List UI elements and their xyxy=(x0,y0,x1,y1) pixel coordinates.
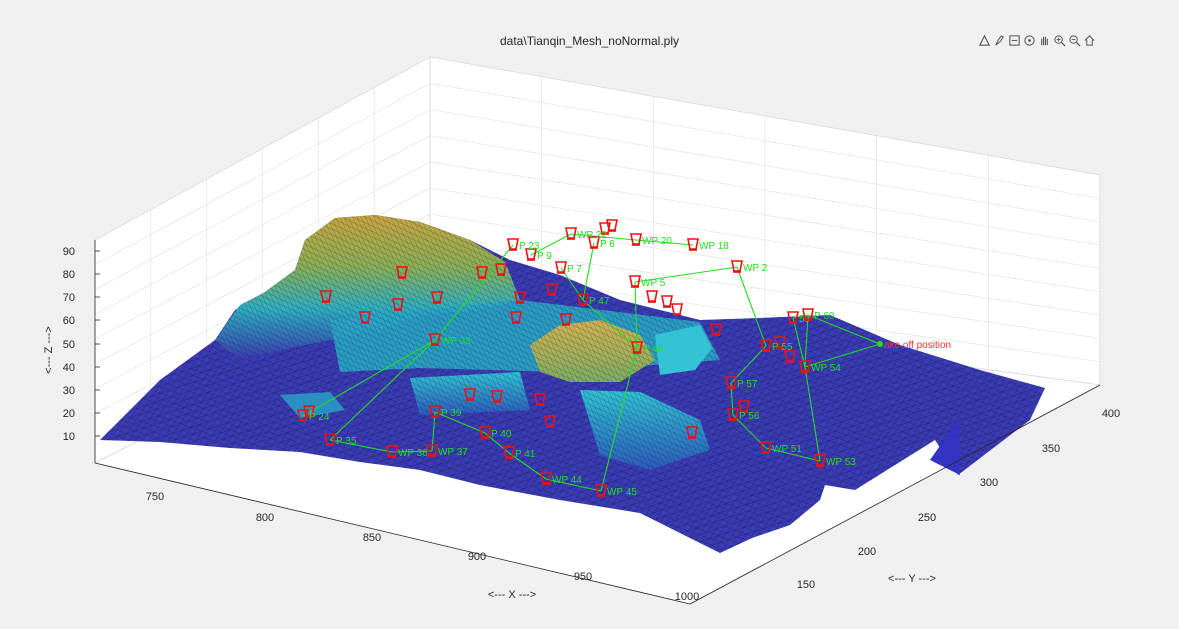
waypoint-label: WP 18 xyxy=(699,241,729,252)
z-tick-label: 50 xyxy=(63,339,75,351)
z-tick-label: 20 xyxy=(63,408,75,420)
waypoint-label: P 24 xyxy=(309,412,330,423)
waypoint-label: P 23 xyxy=(519,241,540,252)
z-tick-label: 10 xyxy=(63,431,75,443)
z-ticks: 10 20 30 40 50 60 70 80 90 xyxy=(63,246,100,443)
brush-icon[interactable] xyxy=(992,33,1006,48)
home-icon[interactable] xyxy=(1082,33,1096,48)
waypoint-label: WP 2 xyxy=(743,263,768,274)
zoom-out-icon[interactable] xyxy=(1067,33,1081,48)
zoom-in-icon[interactable] xyxy=(1052,33,1066,48)
link-icon[interactable] xyxy=(1007,33,1021,48)
waypoint-label: P 46 xyxy=(643,344,664,355)
x-tick-label: 1000 xyxy=(675,591,699,603)
z-tick-label: 60 xyxy=(63,315,75,327)
waypoint-label: WP 5 xyxy=(641,278,666,289)
z-tick-label: 40 xyxy=(63,362,75,374)
x-tick-label: 750 xyxy=(146,491,164,503)
data-tips-icon[interactable] xyxy=(977,33,991,48)
waypoint-label: WP 36 xyxy=(398,448,428,459)
y-tick-label: 150 xyxy=(797,579,815,591)
waypoint-label: WP 53 xyxy=(826,457,856,468)
y-tick-label: 250 xyxy=(918,512,936,524)
y-tick-label: 350 xyxy=(1042,443,1060,455)
z-axis-label: <--- Z ---> xyxy=(43,326,55,374)
waypoint-label: WP 37 xyxy=(438,447,468,458)
waypoint-label: WP 33 xyxy=(441,336,471,347)
waypoint-label: P 57 xyxy=(737,379,758,390)
takeoff-label: ake off position xyxy=(884,340,951,351)
x-tick-label: 900 xyxy=(468,551,486,563)
waypoint-label: P 55 xyxy=(772,342,793,353)
waypoint-label: WP 51 xyxy=(772,444,802,455)
z-tick-label: 90 xyxy=(63,246,75,258)
x-tick-label: 950 xyxy=(574,571,592,583)
z-tick-label: 30 xyxy=(63,385,75,397)
z-tick-label: 80 xyxy=(63,269,75,281)
y-tick-label: 300 xyxy=(980,477,998,489)
x-axis-label: <--- X ---> xyxy=(488,589,536,601)
waypoint-label: P 9 xyxy=(537,251,552,262)
x-tick-label: 800 xyxy=(256,512,274,524)
waypoint-label: P 40 xyxy=(491,429,512,440)
waypoint-label: P 60 xyxy=(814,311,835,322)
waypoint-label: P 56 xyxy=(739,411,760,422)
waypoint-label: WP 45 xyxy=(607,487,637,498)
y-tick-label: 200 xyxy=(858,546,876,558)
y-axis-label: <--- Y ---> xyxy=(888,573,936,585)
y-tick-label: 400 xyxy=(1102,408,1120,420)
waypoint-label: WP 20 xyxy=(642,236,672,247)
x-tick-label: 850 xyxy=(363,532,381,544)
waypoint-label: P 41 xyxy=(515,449,536,460)
waypoint-label: WP 44 xyxy=(552,475,582,486)
waypoint-label: WP 22 xyxy=(577,230,607,241)
waypoint-label: P 47 xyxy=(589,296,610,307)
waypoint-label: P 7 xyxy=(567,264,582,275)
waypoint-label: WP 54 xyxy=(811,363,841,374)
3d-axes[interactable]: 10 20 30 40 50 60 70 80 90 750 800 850 900 950 1000 1… xyxy=(0,0,1179,629)
waypoint-label: P 39 xyxy=(441,408,462,419)
z-tick-label: 70 xyxy=(63,292,75,304)
rotate-3d-icon[interactable] xyxy=(1022,33,1036,48)
matlab-figure: 10 20 30 40 50 60 70 80 90 750 800 850 900 950 1000 1… xyxy=(0,0,1179,629)
axes-toolbar xyxy=(977,33,1096,49)
takeoff-marker xyxy=(877,341,883,347)
pan-icon[interactable] xyxy=(1037,33,1051,48)
waypoint-label: P 35 xyxy=(336,436,357,447)
